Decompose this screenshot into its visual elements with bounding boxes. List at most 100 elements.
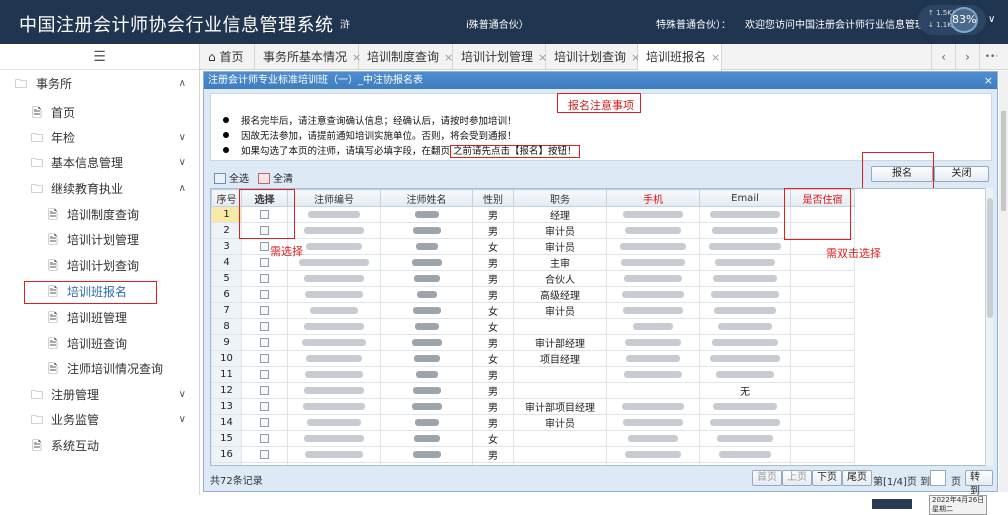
stay-cell[interactable]: [790, 286, 855, 303]
scrollbar-thumb[interactable]: [987, 198, 993, 318]
phone-cell[interactable]: [606, 382, 700, 399]
row-checkbox[interactable]: [260, 417, 269, 427]
phone-cell[interactable]: [606, 286, 700, 303]
email-cell[interactable]: [699, 254, 791, 271]
phone-cell[interactable]: [606, 318, 700, 335]
row-checkbox[interactable]: [260, 321, 269, 331]
email-cell[interactable]: [699, 222, 791, 239]
select-cell[interactable]: [241, 270, 288, 287]
page-scrollbar[interactable]: [999, 71, 1008, 492]
table-row[interactable]: 6 男高级经理: [211, 286, 855, 303]
tab-item[interactable]: ⌂ 首页: [200, 44, 255, 70]
email-cell[interactable]: [699, 462, 791, 465]
select-cell[interactable]: [241, 350, 288, 367]
select-cell[interactable]: [241, 398, 288, 415]
tab-item[interactable]: 培训计划查询 ×: [546, 44, 640, 70]
sidebar-item[interactable]: 🗎 培训计划管理: [0, 228, 200, 252]
close-icon[interactable]: ×: [984, 72, 993, 89]
stay-cell[interactable]: [790, 414, 855, 431]
sidebar-item[interactable]: 🗎 培训计划查询: [0, 254, 200, 278]
table-row[interactable]: 8女: [211, 318, 855, 335]
email-cell[interactable]: 无: [699, 382, 791, 399]
stay-cell[interactable]: [790, 446, 855, 463]
sidebar-item[interactable]: 🗀 注册管理 ∨: [0, 383, 200, 407]
email-cell[interactable]: [699, 318, 791, 335]
table-row[interactable]: 17 女审计员: [211, 462, 855, 467]
row-checkbox[interactable]: [260, 369, 269, 379]
next-page-button[interactable]: 下页: [812, 470, 842, 486]
sidebar-item[interactable]: 🗀 年检 ∨: [0, 126, 200, 150]
select-cell[interactable]: [241, 430, 288, 447]
sidebar-item[interactable]: 🗎 培训班管理: [0, 306, 200, 330]
close-button[interactable]: 关闭: [934, 166, 989, 182]
email-cell[interactable]: [699, 350, 791, 367]
scrollbar-thumb[interactable]: [1001, 111, 1006, 211]
row-checkbox[interactable]: [260, 305, 269, 315]
select-cell[interactable]: [241, 366, 288, 383]
stay-cell[interactable]: [790, 366, 855, 383]
tab-item[interactable]: 培训制度查询 ×: [359, 44, 453, 70]
stay-cell[interactable]: [790, 430, 855, 447]
table-row[interactable]: 4 男主审: [211, 254, 855, 271]
select-cell[interactable]: [241, 382, 288, 399]
goto-page-button[interactable]: 转到: [965, 470, 993, 497]
system-clock[interactable]: 2022年4月26日 星期二: [929, 495, 988, 515]
row-checkbox[interactable]: [260, 401, 269, 411]
network-meter[interactable]: ↑ 1.5K/s ↓ 1.1K/s 83%: [918, 5, 986, 35]
stay-cell[interactable]: [790, 462, 855, 465]
first-page-button[interactable]: 首页: [752, 470, 782, 486]
phone-cell[interactable]: [606, 446, 700, 463]
tab-item[interactable]: 培训计划管理 ×: [453, 44, 547, 70]
phone-cell[interactable]: [606, 254, 700, 271]
phone-cell[interactable]: [606, 270, 700, 287]
sidebar-item[interactable]: 🗀 事务所 ∧: [0, 72, 200, 96]
table-row[interactable]: 7 女审计员: [211, 302, 855, 319]
table-row[interactable]: 1 男经理: [211, 206, 855, 223]
chevron-down-icon[interactable]: ∨: [988, 14, 995, 25]
table-row[interactable]: 16 男: [211, 446, 855, 463]
stay-cell[interactable]: [790, 334, 855, 351]
select-cell[interactable]: [241, 302, 288, 319]
prev-page-button[interactable]: 上页: [782, 470, 812, 486]
sidebar-item[interactable]: 🗀 业务监管 ∨: [0, 408, 200, 432]
select-cell[interactable]: [241, 414, 288, 431]
email-cell[interactable]: [699, 366, 791, 383]
phone-cell[interactable]: [606, 366, 700, 383]
row-checkbox[interactable]: [260, 289, 269, 299]
tab-next-button[interactable]: ›: [955, 44, 979, 70]
row-checkbox[interactable]: [260, 241, 269, 251]
email-cell[interactable]: [699, 270, 791, 287]
phone-cell[interactable]: [606, 206, 700, 223]
tab-item[interactable]: 事务所基本情况 ×: [255, 44, 361, 70]
email-cell[interactable]: [699, 398, 791, 415]
select-cell[interactable]: [241, 446, 288, 463]
phone-cell[interactable]: [606, 222, 700, 239]
email-cell[interactable]: [699, 334, 791, 351]
row-checkbox[interactable]: [260, 466, 269, 467]
tab-prev-button[interactable]: ‹: [931, 44, 955, 70]
close-icon[interactable]: ×: [711, 51, 720, 64]
phone-cell[interactable]: [606, 302, 700, 319]
phone-cell[interactable]: [606, 398, 700, 415]
select-cell[interactable]: [241, 462, 288, 467]
tray-icons[interactable]: [872, 499, 912, 509]
select-cell[interactable]: [241, 286, 288, 303]
table-row[interactable]: 13 男审计部项目经理: [211, 398, 855, 415]
stay-cell[interactable]: [790, 398, 855, 415]
stay-cell[interactable]: [790, 302, 855, 319]
email-cell[interactable]: [699, 430, 791, 447]
select-all-button[interactable]: 全选: [214, 170, 249, 185]
table-row[interactable]: 5 男合伙人: [211, 270, 855, 287]
hamburger-menu-icon[interactable]: ☰: [0, 44, 199, 70]
phone-cell[interactable]: [606, 430, 700, 447]
row-checkbox[interactable]: [260, 449, 269, 459]
table-row[interactable]: 9 男审计部经理: [211, 334, 855, 351]
table-row[interactable]: 2 男审计员: [211, 222, 855, 239]
email-cell[interactable]: [699, 414, 791, 431]
table-row[interactable]: 12 男 无: [211, 382, 855, 399]
sidebar-item[interactable]: 🗎 注师培训情况查询: [0, 357, 200, 381]
close-icon[interactable]: ×: [444, 51, 453, 64]
row-checkbox[interactable]: [260, 433, 269, 443]
sidebar-item[interactable]: 🗎 系统互动: [0, 434, 200, 458]
tab-item[interactable]: 培训班报名 ×: [638, 44, 722, 71]
